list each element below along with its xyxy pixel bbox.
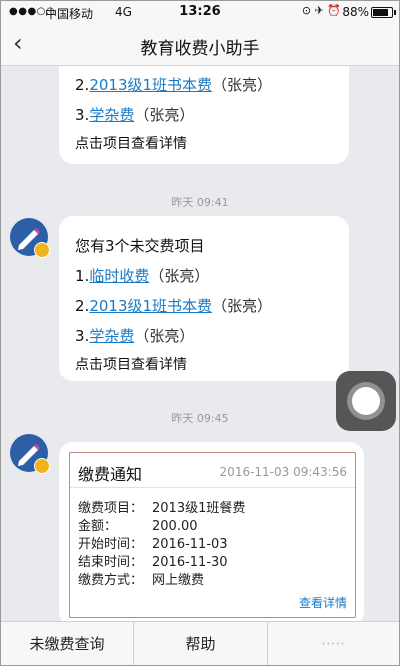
message-hint: 点击项目查看详情	[75, 357, 187, 373]
notice-label: 结束时间：	[78, 555, 144, 570]
status-bar: ●●●○○ 中国移动 4G 13:26 ⊙ ✈ ⏰ 88%	[1, 1, 399, 23]
assistive-dot-icon	[352, 387, 380, 415]
divider	[70, 487, 355, 488]
notice-row: 金额： 200.00	[78, 515, 198, 534]
notice-label: 开始时间：	[78, 537, 144, 552]
notice-value: 2016-11-30	[152, 555, 228, 570]
battery-fill	[373, 9, 388, 16]
item-number: 1.	[75, 267, 90, 285]
page-title: 教育收费小助手	[140, 39, 260, 59]
fee-item-link[interactable]: 学杂费	[89, 106, 134, 124]
notice-label: 金额：	[78, 519, 118, 534]
message-intro: 您有3个未交费项目	[75, 237, 205, 255]
fee-item-link[interactable]: 学杂费	[89, 327, 134, 345]
notice-row: 开始时间： 2016-11-03	[78, 533, 228, 552]
battery-percent: 88%	[342, 5, 369, 19]
notice-value: 网上缴费	[152, 573, 205, 588]
timestamp: 昨天 09:41	[171, 196, 229, 209]
chat-area[interactable]: 2.2013级1班书本费（张亮） 3.学杂费（张亮） 点击项目查看详情 昨天 0…	[1, 66, 399, 621]
verified-badge-icon	[34, 242, 50, 258]
battery-icon	[371, 7, 396, 18]
payment-notice-card[interactable]: 缴费通知 2016-11-03 09:43:56 缴费项目： 2013级1班餐费 …	[69, 452, 356, 618]
nav-bar: ‹ 教育收费小助手	[1, 23, 399, 66]
notice-datetime: 2016-11-03 09:43:56	[219, 465, 347, 479]
view-details-link[interactable]: 查看详情	[299, 594, 347, 611]
message-bubble: 2.2013级1班书本费（张亮） 3.学杂费（张亮） 点击项目查看详情	[59, 66, 349, 164]
student-name: （张亮）	[212, 297, 273, 315]
item-number: 2.	[75, 297, 90, 315]
fee-item-link[interactable]: 临时收费	[89, 267, 149, 285]
notice-value: 2013级1班餐费	[152, 501, 246, 516]
student-name: （张亮）	[212, 76, 273, 94]
notice-title: 缴费通知	[78, 465, 143, 484]
item-number: 3.	[75, 106, 90, 124]
notice-value: 2016-11-03	[152, 537, 228, 552]
tab-help[interactable]: 帮助	[133, 622, 268, 665]
avatar[interactable]	[10, 218, 50, 258]
notice-row: 缴费方式： 网上缴费	[78, 569, 204, 588]
assistive-touch-button[interactable]	[336, 371, 396, 431]
message-line: 2.2013级1班书本费（张亮）	[75, 74, 272, 95]
tab-third[interactable]: ·····	[267, 622, 399, 665]
message-line: 1.临时收费（张亮）	[75, 265, 209, 286]
notice-label: 缴费项目：	[78, 501, 144, 516]
message-line: 3.学杂费（张亮）	[75, 325, 194, 346]
message-bubble: 您有3个未交费项目 1.临时收费（张亮） 2.2013级1班书本费（张亮） 3.…	[59, 216, 349, 381]
student-name: （张亮）	[134, 106, 195, 124]
message-line: 3.学杂费（张亮）	[75, 104, 194, 125]
fee-item-link[interactable]: 2013级1班书本费	[89, 76, 212, 94]
notice-label: 缴费方式：	[78, 573, 144, 588]
battery-tip	[394, 10, 396, 15]
notice-value: 200.00	[152, 519, 198, 534]
student-name: （张亮）	[149, 267, 210, 285]
item-number: 3.	[75, 327, 90, 345]
status-icons: ⊙ ✈ ⏰	[301, 4, 341, 17]
verified-badge-icon	[34, 458, 50, 474]
tab-unpaid-query[interactable]: 未缴费查询	[1, 622, 133, 665]
student-name: （张亮）	[134, 327, 195, 345]
notice-row: 缴费项目： 2013级1班餐费	[78, 497, 245, 516]
phone-screen: ●●●○○ 中国移动 4G 13:26 ⊙ ✈ ⏰ 88% ‹ 教育收费小助手 …	[0, 0, 400, 666]
avatar[interactable]	[10, 434, 50, 474]
message-hint: 点击项目查看详情	[75, 136, 187, 152]
bottom-tab-bar: 未缴费查询 帮助 ·····	[1, 621, 399, 665]
message-line: 2.2013级1班书本费（张亮）	[75, 295, 272, 316]
fee-item-link[interactable]: 2013级1班书本费	[89, 297, 212, 315]
notice-row: 结束时间： 2016-11-30	[78, 551, 228, 570]
item-number: 2.	[75, 76, 90, 94]
